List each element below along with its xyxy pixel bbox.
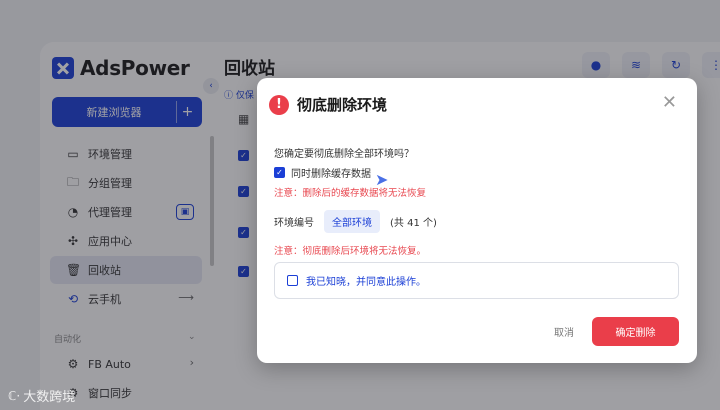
acknowledge-option[interactable]: 我已知晓，并同意此操作。 (274, 262, 679, 299)
acknowledge-label[interactable]: 我已知晓，并同意此操作。 (306, 273, 426, 288)
clear-cache-option[interactable]: ✓ 同时删除缓存数据 (274, 165, 371, 180)
watermark-logo-icon: ℂ· (8, 388, 21, 403)
acknowledge-checkbox[interactable] (287, 275, 298, 286)
clear-cache-label[interactable]: 同时删除缓存数据 (291, 165, 371, 180)
dialog-title: 彻底删除环境 (297, 96, 388, 114)
cache-warning: 注意：删除后的缓存数据将无法恢复 (274, 188, 427, 199)
cancel-button[interactable]: 取消 (554, 324, 574, 339)
close-icon[interactable]: ✕ (662, 92, 677, 113)
env-label: 环境编号 (274, 218, 314, 229)
delete-warning: 注意：彻底删除后环境将无法恢复。 (274, 246, 427, 257)
dialog-question: 您确定要彻底删除全部环境吗？ (274, 149, 414, 160)
env-row: 环境编号 全部环境 (共 41 个) (274, 210, 437, 233)
clear-cache-checkbox[interactable]: ✓ (274, 167, 285, 178)
watermark-text: 大数跨境 (23, 390, 76, 405)
dialog-header: ! 彻底删除环境 (269, 94, 387, 115)
delete-dialog: ! 彻底删除环境 ✕ 您确定要彻底删除全部环境吗？ ✓ 同时删除缓存数据 ➤ 注… (257, 78, 697, 363)
warning-icon: ! (269, 94, 289, 115)
env-count: (共 41 个) (390, 218, 437, 229)
watermark: ℂ· 大数跨境 (8, 386, 76, 406)
confirm-delete-button[interactable]: 确定删除 (592, 317, 679, 346)
env-tag: 全部环境 (324, 210, 380, 233)
